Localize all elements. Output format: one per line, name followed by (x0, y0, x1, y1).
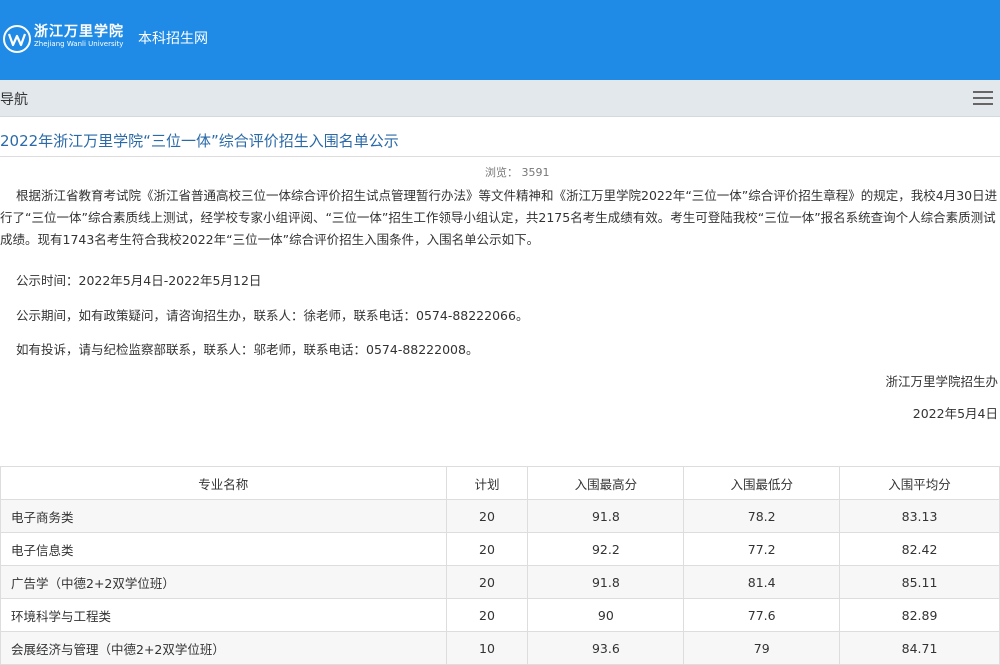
cell-major: 电子商务类 (0, 499, 447, 533)
cell-plan: 20 (445, 565, 529, 599)
cell-plan: 20 (445, 499, 529, 533)
cell-max: 93.6 (527, 631, 685, 665)
title-divider (0, 156, 1000, 157)
cell-avg: 82.89 (839, 598, 1000, 632)
complaint-contact: 如有投诉，请与纪检监察部联系，联系人：邬老师，联系电话：0574-8822200… (16, 342, 479, 357)
cell-major: 广告学（中德2+2双学位班） (0, 565, 447, 599)
cell-plan: 10 (445, 631, 529, 665)
cell-major: 环境科学与工程类 (0, 598, 447, 632)
university-emblem-icon[interactable] (2, 24, 32, 54)
cell-avg: 84.71 (839, 631, 1000, 665)
cell-max: 92.2 (527, 532, 685, 566)
cell-avg: 83.13 (839, 499, 1000, 533)
logo-chinese-name[interactable]: 浙江万里学院 (34, 21, 124, 41)
cell-avg: 85.11 (839, 565, 1000, 599)
site-header: 浙江万里学院 Zhejiang Wanli University 本科招生网 (0, 0, 1000, 80)
nav-bar: 导航 (0, 80, 1000, 117)
site-name[interactable]: 本科招生网 (138, 28, 208, 48)
cell-plan: 20 (445, 532, 529, 566)
col-header-max: 入围最高分 (527, 466, 685, 500)
col-header-min: 入围最低分 (683, 466, 841, 500)
page-title: 2022年浙江万里学院“三位一体”综合评价招生入围名单公示 (0, 132, 399, 150)
cell-major: 电子信息类 (0, 532, 447, 566)
cell-plan: 20 (445, 598, 529, 632)
col-header-avg: 入围平均分 (839, 466, 1000, 500)
cell-max: 91.8 (527, 499, 685, 533)
view-count: 浏览： 3591 (485, 166, 550, 179)
article-paragraph: 根据浙江省教育考试院《浙江省普通高校三位一体综合评价招生试点管理暂行办法》等文件… (0, 185, 1000, 251)
table-row: 电子信息类 20 92.2 77.2 82.42 (0, 532, 1000, 566)
hamburger-menu-icon[interactable] (972, 88, 994, 108)
announce-time: 公示时间：2022年5月4日-2022年5月12日 (16, 273, 262, 288)
col-header-plan: 计划 (445, 466, 529, 500)
cell-min: 79 (683, 631, 841, 665)
logo-english-name[interactable]: Zhejiang Wanli University (34, 40, 123, 48)
admission-table: 专业名称 计划 入围最高分 入围最低分 入围平均分 电子商务类 20 91.8 … (0, 466, 1000, 665)
publish-date: 2022年5月4日 (912, 406, 998, 421)
article-paragraph-text: 根据浙江省教育考试院《浙江省普通高校三位一体综合评价招生试点管理暂行办法》等文件… (0, 188, 998, 247)
table-row: 环境科学与工程类 20 90 77.6 82.89 (0, 598, 1000, 632)
table-row: 广告学（中德2+2双学位班） 20 91.8 81.4 85.11 (0, 565, 1000, 599)
signature: 浙江万里学院招生办 (885, 374, 998, 389)
cell-min: 77.6 (683, 598, 841, 632)
cell-min: 78.2 (683, 499, 841, 533)
cell-max: 91.8 (527, 565, 685, 599)
nav-label: 导航 (0, 92, 28, 108)
cell-major: 会展经济与管理（中德2+2双学位班） (0, 631, 447, 665)
col-header-major: 专业名称 (0, 466, 447, 500)
table-row: 会展经济与管理（中德2+2双学位班） 10 93.6 79 84.71 (0, 631, 1000, 665)
table-row: 电子商务类 20 91.8 78.2 83.13 (0, 499, 1000, 533)
cell-avg: 82.42 (839, 532, 1000, 566)
table-header-row: 专业名称 计划 入围最高分 入围最低分 入围平均分 (0, 466, 1000, 500)
policy-contact: 公示期间，如有政策疑问，请咨询招生办，联系人：徐老师，联系电话：0574-882… (16, 308, 529, 323)
cell-min: 81.4 (683, 565, 841, 599)
cell-min: 77.2 (683, 532, 841, 566)
cell-max: 90 (527, 598, 685, 632)
